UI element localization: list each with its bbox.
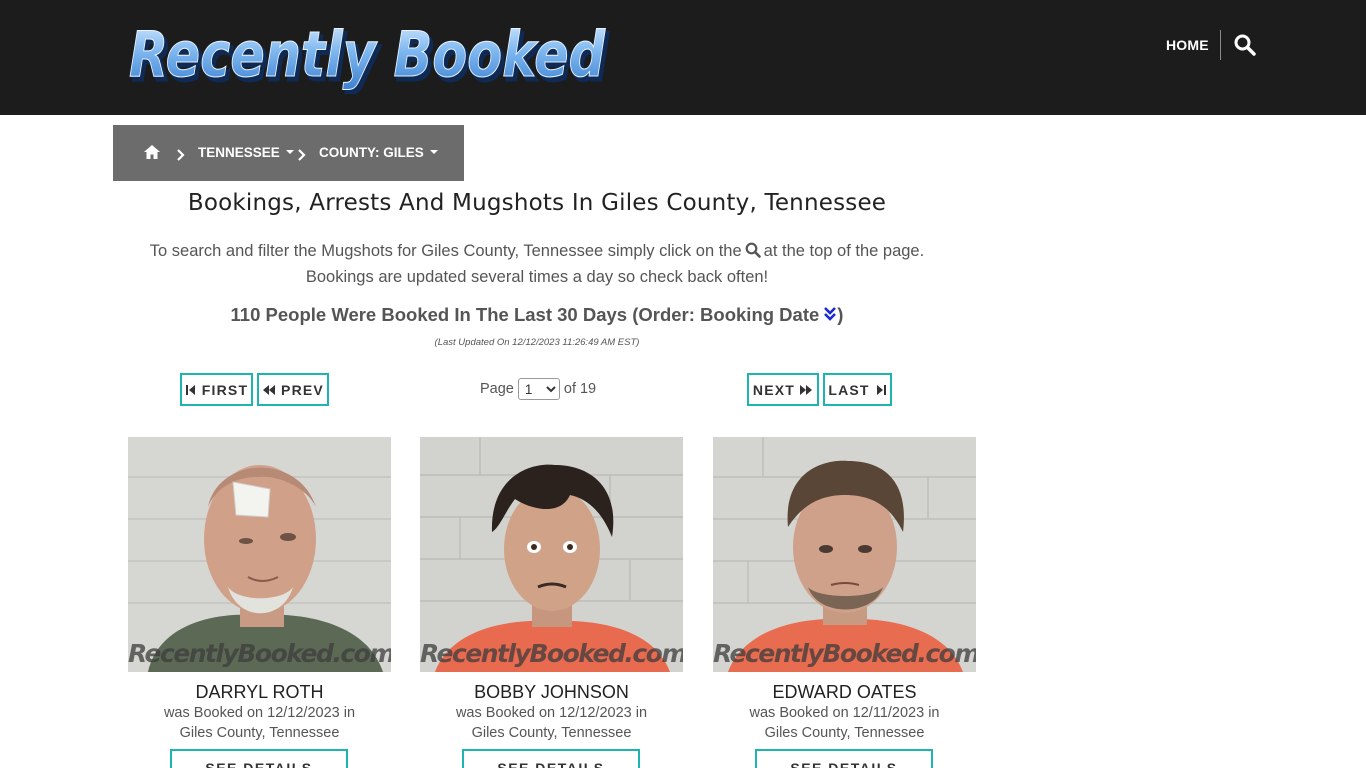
mugshot-image[interactable]: RecentlyBooked.com bbox=[713, 437, 976, 672]
intro-text-line2: Bookings are updated several times a day… bbox=[305, 268, 769, 286]
first-page-icon bbox=[185, 384, 195, 395]
prev-page-label: PREV bbox=[281, 381, 324, 398]
last-page-icon bbox=[876, 384, 886, 395]
fast-forward-icon bbox=[800, 384, 813, 395]
prev-page-button[interactable]: PREV bbox=[257, 373, 329, 406]
booking-info: was Booked on 12/11/2023 in Giles County… bbox=[713, 703, 976, 743]
nav-home-link[interactable]: HOME bbox=[1166, 36, 1209, 54]
chevron-right-icon bbox=[176, 146, 186, 161]
home-icon[interactable] bbox=[143, 144, 161, 160]
watermark-text: RecentlyBooked.com bbox=[128, 639, 391, 668]
last-updated: (Last Updated On 12/12/2023 11:26:49 AM … bbox=[434, 337, 640, 348]
breadcrumb-county-label: COUNTY: GILES bbox=[319, 145, 424, 160]
booking-location-text: Giles County, Tennessee bbox=[471, 725, 632, 741]
site-header: Recently Booked Recently Booked HOME bbox=[0, 0, 1366, 115]
rewind-icon bbox=[263, 384, 276, 395]
last-page-label: LAST bbox=[828, 381, 870, 398]
see-details-button[interactable]: SEE DETAILS bbox=[462, 749, 640, 768]
watermark-text: RecentlyBooked.com bbox=[713, 639, 976, 668]
page-selector: Page 1 of 19 bbox=[480, 376, 596, 402]
mugshot-image[interactable]: RecentlyBooked.com bbox=[420, 437, 683, 672]
booking-info: was Booked on 12/12/2023 in Giles County… bbox=[128, 703, 391, 743]
see-details-button[interactable]: SEE DETAILS bbox=[755, 749, 933, 768]
person-name[interactable]: EDWARD OATES bbox=[713, 682, 976, 703]
see-details-button[interactable]: SEE DETAILS bbox=[170, 749, 348, 768]
booking-date-text: was Booked on 12/12/2023 in bbox=[455, 705, 648, 721]
chevron-right-icon bbox=[297, 146, 307, 161]
site-logo[interactable]: Recently Booked Recently Booked bbox=[128, 18, 614, 94]
person-name[interactable]: BOBBY JOHNSON bbox=[420, 682, 683, 703]
sort-order-icon[interactable] bbox=[823, 305, 837, 321]
intro-text: To search and filter the Mugshots for Gi… bbox=[113, 238, 961, 290]
page-total: of 19 bbox=[563, 381, 597, 397]
intro-text-before: To search and filter the Mugshots for Gi… bbox=[149, 242, 742, 260]
watermark-text: RecentlyBooked.com bbox=[420, 639, 683, 668]
page-label: Page bbox=[480, 381, 514, 397]
booking-card: RecentlyBooked.com DARRYL ROTH was Booke… bbox=[128, 437, 391, 768]
person-name[interactable]: DARRYL ROTH bbox=[128, 682, 391, 703]
booking-info: was Booked on 12/12/2023 in Giles County… bbox=[420, 703, 683, 743]
breadcrumb-state-label: TENNESSEE bbox=[198, 145, 280, 160]
booking-card: RecentlyBooked.com EDWARD OATES was Book… bbox=[713, 437, 976, 768]
caret-down-icon bbox=[285, 150, 294, 155]
search-icon bbox=[745, 240, 761, 258]
booking-card: RecentlyBooked.com BOBBY JOHNSON was Boo… bbox=[420, 437, 683, 768]
page-select[interactable]: 1 bbox=[517, 378, 560, 400]
booking-location-text: Giles County, Tennessee bbox=[179, 725, 340, 741]
booking-count: 110 People Were Booked In The Last 30 Da… bbox=[113, 304, 961, 326]
booking-location-text: Giles County, Tennessee bbox=[764, 725, 925, 741]
booking-date-text: was Booked on 12/11/2023 in bbox=[749, 705, 940, 721]
booking-date-text: was Booked on 12/12/2023 in bbox=[163, 705, 356, 721]
first-page-label: FIRST bbox=[201, 381, 249, 398]
last-page-button[interactable]: LAST bbox=[823, 373, 892, 406]
logo-text: Recently Booked bbox=[129, 18, 606, 91]
nav-divider bbox=[1220, 30, 1221, 60]
breadcrumb: TENNESSEE COUNTY: GILES bbox=[113, 125, 464, 181]
search-icon[interactable] bbox=[1234, 34, 1256, 56]
booking-count-text: 110 People Were Booked In The Last 30 Da… bbox=[230, 304, 820, 325]
next-page-button[interactable]: NEXT bbox=[747, 373, 819, 406]
caret-down-icon bbox=[429, 150, 438, 155]
page-title: Bookings, Arrests And Mugshots In Giles … bbox=[187, 190, 887, 216]
booking-count-close: ) bbox=[837, 304, 844, 325]
next-page-label: NEXT bbox=[752, 381, 796, 398]
intro-text-after: at the top of the page. bbox=[763, 242, 925, 260]
mugshot-image[interactable]: RecentlyBooked.com bbox=[128, 437, 391, 672]
breadcrumb-state[interactable]: TENNESSEE bbox=[198, 144, 294, 162]
breadcrumb-county[interactable]: COUNTY: GILES bbox=[319, 144, 438, 162]
first-page-button[interactable]: FIRST bbox=[180, 373, 253, 406]
